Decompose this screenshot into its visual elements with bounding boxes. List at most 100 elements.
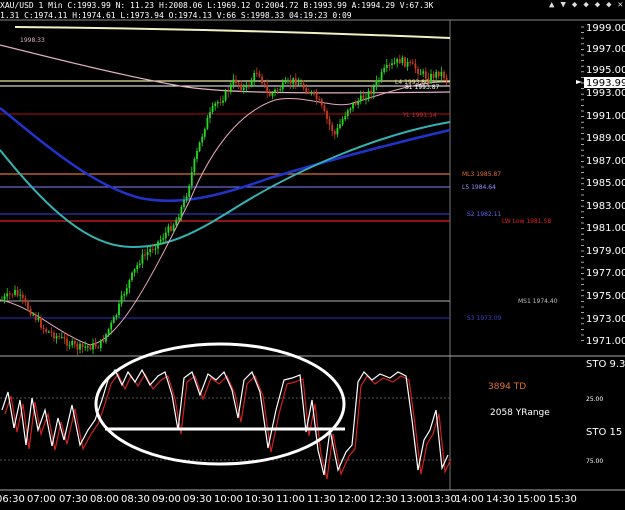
candle-body — [190, 172, 193, 186]
candle-body — [414, 63, 417, 69]
candle-body — [336, 128, 339, 135]
candle-body — [326, 110, 328, 120]
candle-body — [310, 91, 313, 93]
price-axis-label: 1989.00 — [586, 133, 625, 144]
stoch-right-label: STO 15 — [586, 427, 622, 438]
candle-body — [53, 332, 55, 339]
candle-body — [105, 334, 107, 342]
candle-body — [125, 288, 128, 295]
candle-body — [172, 225, 175, 231]
candle-body — [110, 322, 113, 330]
candle-body — [76, 343, 79, 350]
candle-body — [27, 301, 29, 309]
candle-body — [167, 226, 170, 233]
time-axis-label: 15:30 — [548, 494, 577, 505]
time-axis-label: 13:30 — [428, 494, 457, 505]
candle-body — [50, 331, 53, 333]
candle-body — [396, 58, 399, 63]
candle-body — [276, 89, 279, 91]
candle-body — [362, 95, 365, 99]
candle-body — [141, 254, 144, 264]
stochastic-panel: STO 9.3 STO 15 25.00 75.00 3894 TD 2058 … — [0, 342, 625, 480]
candle-body — [123, 294, 126, 296]
candle-body — [255, 72, 258, 74]
candle-body — [68, 345, 71, 347]
candle-body — [3, 296, 6, 300]
s2-label: S2 1982.11 — [467, 211, 502, 218]
candle-body — [193, 159, 196, 173]
candle-body — [29, 308, 32, 315]
candle-body — [320, 99, 323, 106]
candle-body — [274, 89, 276, 93]
candle-body — [151, 249, 154, 251]
candle-body — [157, 241, 159, 249]
ml3-label: ML3 1985.87 — [462, 171, 501, 178]
candle-body — [388, 64, 391, 66]
time-axis-label: 09:00 — [152, 494, 181, 505]
candle-body — [216, 102, 219, 104]
candle-body — [437, 71, 440, 77]
candle-body — [297, 83, 300, 85]
candle-body — [198, 142, 201, 152]
candle-body — [201, 136, 204, 143]
candle-body — [443, 71, 445, 79]
candle-body — [385, 64, 388, 68]
candle-body — [344, 116, 347, 120]
candle-body — [206, 117, 209, 129]
candle-body — [162, 238, 165, 240]
candle-body — [404, 57, 406, 67]
price-axis-label: 1991.00 — [586, 111, 625, 122]
lw-low-label: LW Low 1981.58 — [502, 218, 551, 225]
candle-body — [409, 61, 412, 63]
candle-body — [268, 92, 271, 96]
candle-body — [188, 185, 191, 197]
candle-body — [313, 91, 315, 93]
teal-ma-line — [0, 121, 451, 248]
candle-body — [263, 83, 266, 86]
price-chart[interactable]: 1998.33 L4 1993.80 S1 1993.87 YL 1991.14… — [0, 0, 625, 510]
price-axis-label: 1997.00 — [586, 44, 625, 55]
candle-body — [196, 151, 198, 160]
candle-body — [232, 79, 235, 85]
current-price-label: 1993.99 — [586, 78, 625, 89]
candle-body — [289, 80, 292, 84]
candle-body — [115, 315, 118, 318]
candle-body — [417, 68, 419, 74]
candle-body — [154, 248, 157, 250]
candle-body — [424, 71, 427, 79]
candle-body — [370, 90, 373, 94]
candle-body — [365, 98, 367, 100]
candle-body — [24, 298, 27, 302]
yrange-text: 2058 YRange — [490, 408, 550, 418]
candle-body — [287, 80, 289, 82]
time-axis-label: 06:30 — [0, 494, 25, 505]
candle-body — [185, 196, 188, 201]
candle-body — [240, 84, 243, 90]
candle-body — [430, 73, 432, 82]
candle-body — [393, 62, 396, 64]
time-axis-label: 11:00 — [276, 494, 305, 505]
candle-body — [349, 108, 352, 111]
price-axis-label: 1983.00 — [586, 201, 625, 212]
time-axis-label: 14:30 — [486, 494, 515, 505]
candle-body — [183, 200, 185, 208]
stoch-k-line — [1, 368, 449, 476]
candle-body — [419, 73, 422, 75]
candle-body — [34, 314, 37, 320]
candle-body — [440, 71, 443, 77]
top-ma-label: 1998.33 — [20, 37, 45, 44]
candle-body — [307, 92, 310, 94]
price-axis-label: 1979.00 — [586, 246, 625, 257]
candle-body — [112, 317, 115, 323]
candle-body — [315, 92, 318, 99]
time-axis-label: 11:30 — [307, 494, 336, 505]
candle-body — [383, 67, 386, 72]
candle-body — [279, 89, 282, 91]
candle-body — [144, 254, 146, 256]
candle-body — [372, 86, 375, 94]
candle-body — [245, 84, 248, 88]
price-axis-label: 1971.00 — [586, 336, 625, 347]
candle-body — [45, 328, 48, 332]
candle-body — [328, 119, 331, 125]
stoch-tick-75: 75.00 — [586, 458, 603, 465]
